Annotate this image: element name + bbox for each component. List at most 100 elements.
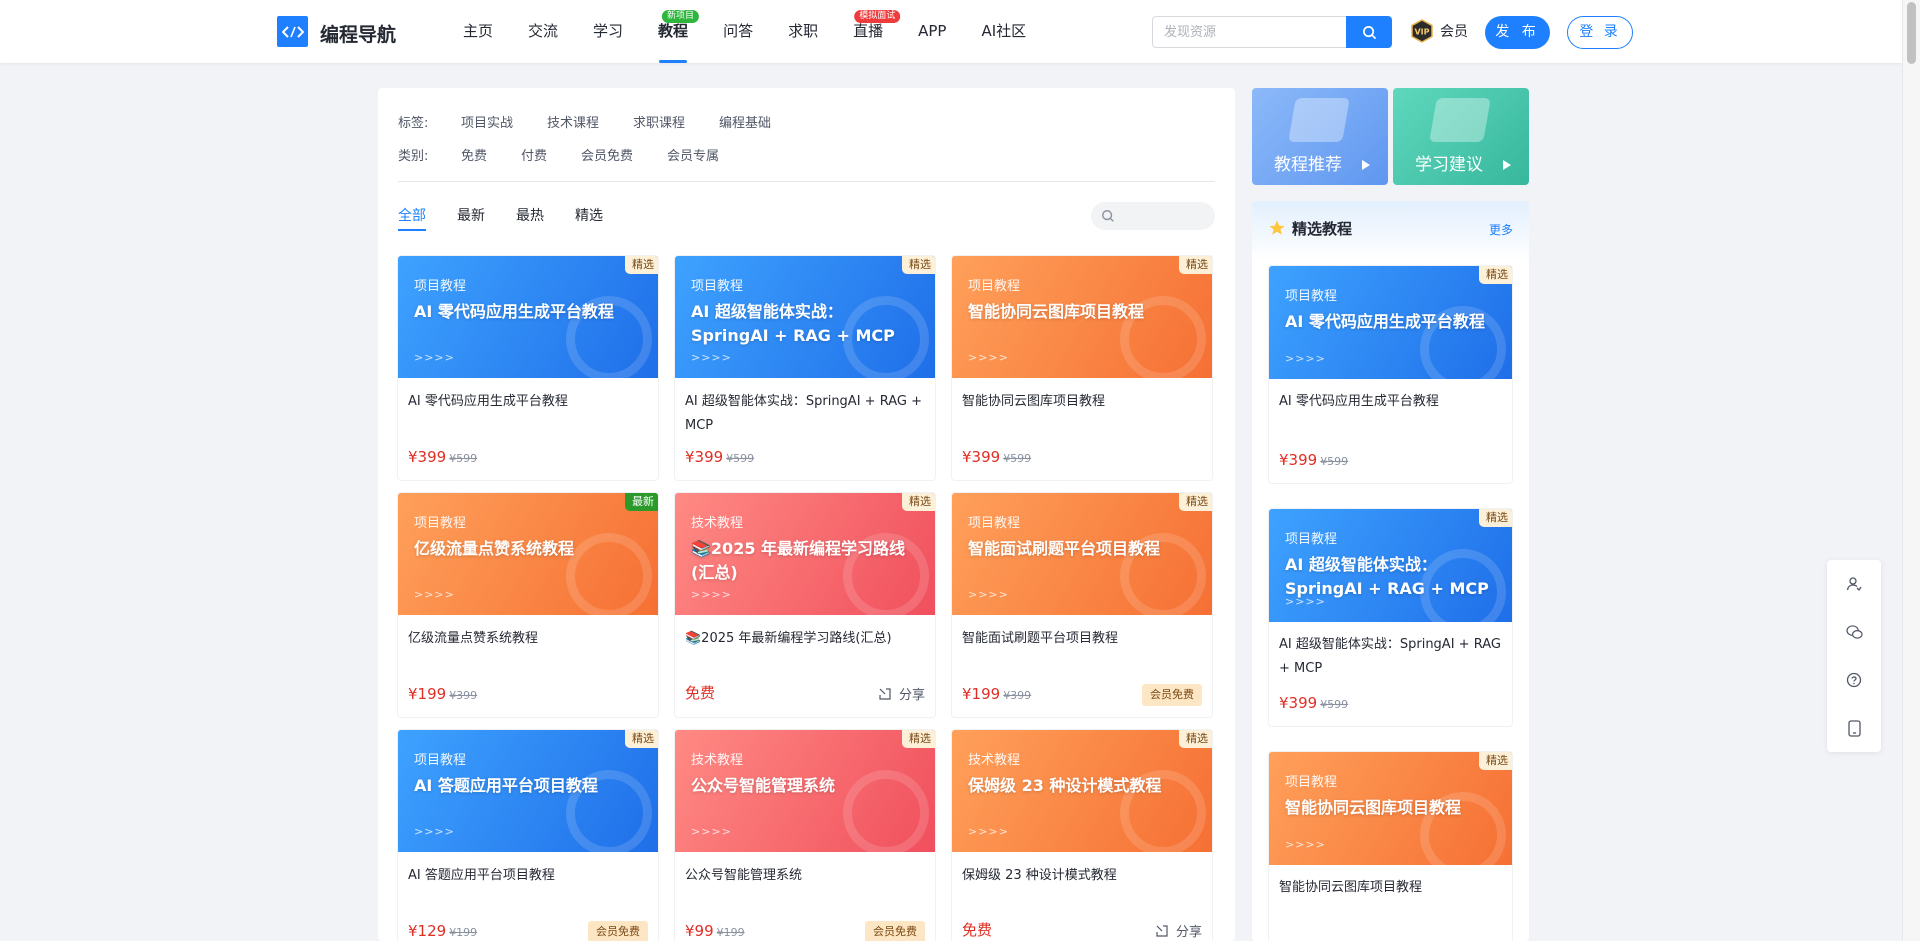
scrollbar-thumb[interactable]: [1907, 2, 1916, 64]
tutorial-card[interactable]: 项目教程 智能协同云图库项目教程 >>>> 精选 智能协同云图库项目教程: [1268, 751, 1513, 941]
category-filter-free[interactable]: 免费: [461, 145, 487, 164]
search-icon: [1362, 25, 1376, 39]
nav-label: APP: [918, 22, 947, 40]
nav-item-jobs[interactable]: 求职: [788, 0, 818, 63]
login-button[interactable]: 登 录: [1567, 16, 1633, 49]
sort-tabs: 全部 最新 最热 精选: [398, 205, 634, 231]
page-scrollbar[interactable]: [1902, 0, 1920, 941]
wechat-icon: [1845, 624, 1863, 639]
cover-category: 项目教程: [414, 753, 467, 768]
category-filter-member-free[interactable]: 会员免费: [581, 145, 633, 164]
cover-title: AI 零代码应用生成平台教程: [414, 302, 614, 321]
nav-label: 问答: [723, 22, 754, 40]
nav-label: 教程: [658, 22, 689, 40]
promo-learning-advice[interactable]: 学习建议: [1393, 88, 1529, 185]
tab-hottest[interactable]: 最热: [516, 205, 544, 231]
card-tag: 精选: [1179, 493, 1212, 511]
share-button[interactable]: 分享: [1156, 921, 1202, 940]
mock-interview-badge: 模拟面试: [854, 10, 901, 23]
card-tag: 精选: [902, 256, 935, 274]
card-price: ¥129 ¥199: [408, 922, 477, 940]
card-price: ¥399 ¥599: [685, 448, 754, 466]
nav-item-tutorial[interactable]: 教程 新项目: [658, 0, 699, 63]
mobile-app-button[interactable]: [1827, 704, 1881, 752]
new-project-badge: 新项目: [661, 10, 699, 23]
tutorial-card[interactable]: 技术教程 公众号智能管理系统 >>>> 精选 公众号智能管理系统 ¥99 ¥199 会员免费: [674, 729, 936, 941]
tutorial-card[interactable]: 技术教程 保姆级 23 种设计模式教程 >>>> 精选 保姆级 23 种设计模式教程 免费…: [951, 729, 1213, 941]
nav-item-ai-community[interactable]: AI社区: [981, 0, 1026, 63]
nav-label: 求职: [788, 22, 819, 40]
card-price: ¥399 ¥599: [408, 448, 477, 466]
tutorial-card[interactable]: 项目教程 AI 超级智能体实战：SpringAI + RAG + MCP >>>> 精…: [674, 255, 936, 481]
tag-filter-job[interactable]: 求职课程: [633, 112, 685, 131]
chevrons-icon: >>>>: [968, 825, 1009, 838]
tag-filter-project[interactable]: 项目实战: [461, 112, 513, 131]
category-filter-member-only[interactable]: 会员专属: [667, 145, 719, 164]
site-name[interactable]: 编程导航: [320, 20, 396, 47]
vip-crown-icon: VIP: [1411, 19, 1433, 43]
nav-item-app[interactable]: APP: [918, 0, 946, 63]
tutorial-card[interactable]: 项目教程 AI 零代码应用生成平台教程 >>>> 精选 AI 零代码应用生成平台教程 ¥3…: [1268, 265, 1513, 484]
search-input[interactable]: [1152, 16, 1346, 48]
tutorial-card[interactable]: 项目教程 AI 零代码应用生成平台教程 >>>> 精选 AI 零代码应用生成平台教程 ¥3…: [397, 255, 659, 481]
original-price: ¥599: [449, 452, 478, 465]
membership-badge: 会员免费: [588, 921, 648, 941]
tutorial-card[interactable]: 项目教程 AI 答题应用平台项目教程 >>>> 精选 AI 答题应用平台项目教程 ¥129…: [397, 729, 659, 941]
current-price: ¥399: [408, 448, 447, 466]
card-cover: 项目教程 AI 超级智能体实战：SpringAI + RAG + MCP >>>> 精…: [1269, 509, 1512, 622]
card-tag: 精选: [1479, 509, 1512, 527]
tutorial-card[interactable]: 技术教程 📚2025 年最新编程学习路线(汇总) >>>> 精选 📚2025 年最新编程…: [674, 492, 936, 718]
tab-newest[interactable]: 最新: [457, 205, 485, 231]
share-label: 分享: [1175, 925, 1202, 940]
cover-title: 智能协同云图库项目教程: [968, 302, 1145, 321]
card-tag: 最新: [625, 493, 658, 511]
list-search-input[interactable]: [1091, 202, 1215, 230]
nav-item-home[interactable]: 主页: [463, 0, 493, 63]
tutorial-card[interactable]: 项目教程亿级流量点赞系统教程>>>>最新亿级流量点赞系统教程¥199¥399会员…: [397, 492, 659, 718]
tag-filter-tech[interactable]: 技术课程: [547, 112, 599, 131]
search-icon: [1102, 210, 1114, 222]
chevrons-icon: >>>>: [691, 825, 732, 838]
nav-item-community[interactable]: 交流: [528, 0, 558, 63]
cover-category: 技术教程: [691, 516, 744, 531]
question-icon: [1846, 672, 1862, 688]
card-tag: 精选: [902, 493, 935, 511]
cover-category: 项目教程: [691, 279, 744, 294]
featured-header: 精选教程 更多: [1252, 201, 1529, 261]
wechat-button[interactable]: [1827, 608, 1881, 656]
search-button[interactable]: [1346, 16, 1392, 48]
share-button[interactable]: 分享: [879, 684, 925, 703]
nav-item-learn[interactable]: 学习: [593, 0, 623, 63]
nav-item-live[interactable]: 直播 模拟面试: [853, 0, 901, 63]
nav-item-qa[interactable]: 问答: [723, 0, 753, 63]
featured-more-link[interactable]: 更多: [1489, 221, 1513, 238]
help-button[interactable]: [1827, 656, 1881, 704]
card-title: 亿级流量点赞系统教程: [408, 631, 539, 646]
publish-button[interactable]: 发 布: [1485, 16, 1550, 49]
cover-title: AI 零代码应用生成平台教程: [1285, 312, 1485, 331]
category-filter-paid[interactable]: 付费: [521, 145, 547, 164]
tutorial-card[interactable]: 项目教程 智能面试刷题平台项目教程 >>>> 精选 智能面试刷题平台项目教程 ¥199 ¥3…: [951, 492, 1213, 718]
tab-all[interactable]: 全部: [398, 205, 426, 231]
cover-title: 保姆级 23 种设计模式教程: [968, 776, 1162, 795]
contact-button[interactable]: [1827, 560, 1881, 608]
card-title: 智能协同云图库项目教程: [962, 394, 1106, 409]
cover-category: 项目教程: [414, 516, 467, 531]
chevrons-icon: >>>>: [691, 588, 732, 601]
promo-tutorial-recommend[interactable]: 教程推荐: [1252, 88, 1388, 185]
vip-entry[interactable]: VIP 会员: [1410, 19, 1468, 43]
tutorial-card[interactable]: 项目教程 AI 超级智能体实战：SpringAI + RAG + MCP >>>> 精…: [1268, 508, 1513, 727]
cover-category: 项目教程: [1285, 289, 1338, 304]
chevrons-icon: >>>>: [1285, 352, 1326, 365]
logo-icon[interactable]: [277, 16, 308, 47]
cover-title: AI 答题应用平台项目教程: [414, 776, 598, 795]
tab-featured[interactable]: 精选: [575, 205, 603, 231]
tag-filter-basics[interactable]: 编程基础: [719, 112, 771, 131]
cover-category: 项目教程: [1285, 775, 1338, 790]
chevrons-icon: >>>>: [414, 588, 455, 601]
card-title: AI 超级智能体实战：SpringAI + RAG + MCP: [685, 394, 922, 433]
card-cover: 技术教程 保姆级 23 种设计模式教程 >>>> 精选: [952, 730, 1212, 852]
card-price: 免费: [962, 919, 992, 940]
tutorial-card[interactable]: 项目教程 智能协同云图库项目教程 >>>> 精选 智能协同云图库项目教程 ¥399 ¥599…: [951, 255, 1213, 481]
card-tag: 精选: [902, 730, 935, 748]
